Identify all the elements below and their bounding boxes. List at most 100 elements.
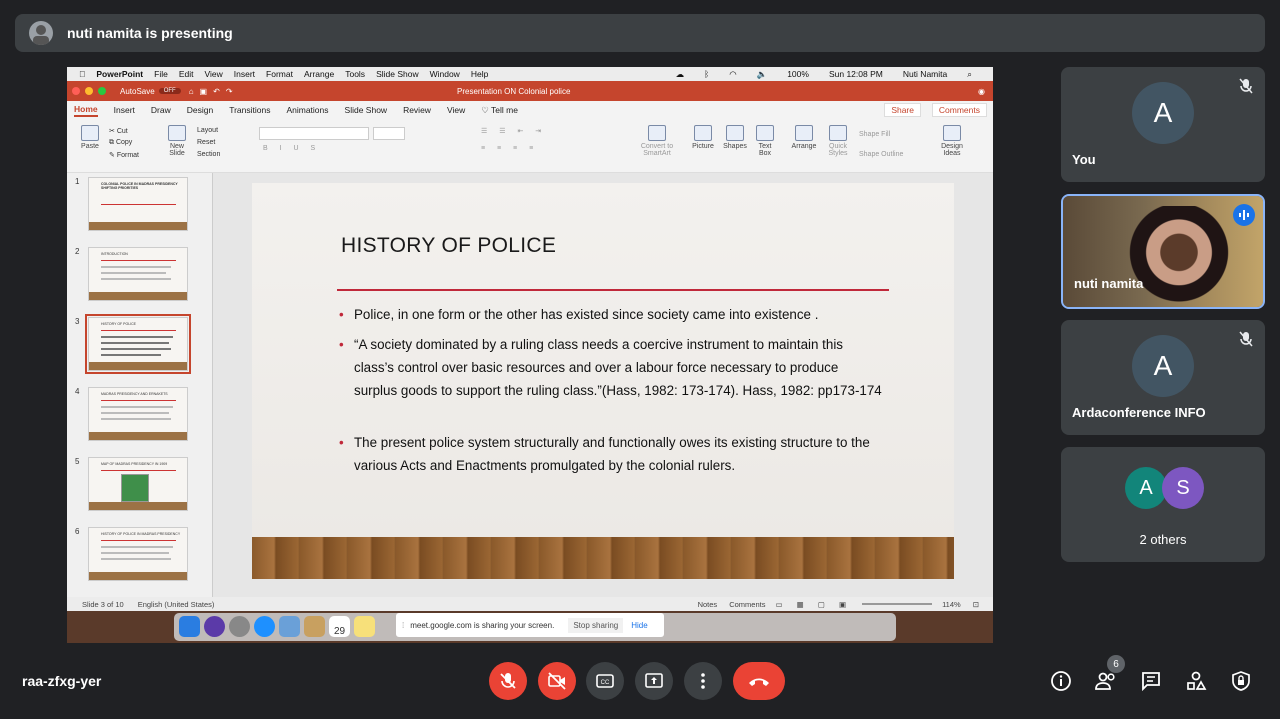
photos-icon[interactable] bbox=[279, 616, 300, 637]
cloud-icon[interactable]: ☁ bbox=[676, 69, 685, 80]
safari-icon[interactable] bbox=[254, 616, 275, 637]
finder-icon[interactable] bbox=[179, 616, 200, 637]
apple-icon[interactable]:  bbox=[79, 69, 85, 79]
user-text[interactable]: Nuti Namita bbox=[903, 69, 947, 80]
slide-thumb-6[interactable]: HISTORY OF POLICE IN MADRAS PRESIDENCY bbox=[88, 527, 188, 581]
cut-button[interactable]: ✂ Cut bbox=[109, 127, 128, 135]
reset-button[interactable]: Reset bbox=[197, 139, 215, 146]
convert-smartart-button[interactable]: Convert to SmartArt bbox=[637, 125, 677, 157]
activities-button[interactable] bbox=[1184, 669, 1208, 693]
font-size-field[interactable] bbox=[373, 127, 405, 140]
layout-button[interactable]: Layout bbox=[197, 127, 218, 134]
menu-file[interactable]: File bbox=[154, 69, 168, 79]
comments-button[interactable]: Comments bbox=[931, 103, 987, 117]
tab-review[interactable]: Review bbox=[403, 105, 431, 115]
wifi-icon[interactable]: ◠ bbox=[729, 69, 736, 80]
mic-toggle-button[interactable] bbox=[489, 662, 527, 700]
camera-toggle-button[interactable] bbox=[538, 662, 576, 700]
tab-slideshow[interactable]: Slide Show bbox=[345, 105, 388, 115]
font-name-field[interactable] bbox=[259, 127, 369, 140]
battery-text[interactable]: 100% bbox=[787, 69, 809, 80]
shape-fill-button[interactable]: Shape Fill bbox=[859, 131, 890, 138]
section-button[interactable]: Section bbox=[197, 151, 220, 158]
slide-thumb-2[interactable]: INTRODUCTION bbox=[88, 247, 188, 301]
tab-insert[interactable]: Insert bbox=[114, 105, 135, 115]
calendar-icon[interactable]: 29 bbox=[329, 616, 350, 637]
home-icon[interactable]: ⌂ bbox=[189, 87, 194, 96]
paste-button[interactable]: Paste bbox=[77, 125, 103, 150]
menu-format[interactable]: Format bbox=[266, 69, 293, 79]
menu-view[interactable]: View bbox=[205, 69, 223, 79]
present-button[interactable] bbox=[635, 662, 673, 700]
close-window-icon[interactable] bbox=[72, 87, 80, 95]
picture-button[interactable]: Picture bbox=[689, 125, 717, 150]
menu-arrange[interactable]: Arrange bbox=[304, 69, 334, 79]
stickies-icon[interactable] bbox=[354, 616, 375, 637]
view-mode-icons[interactable]: ▭ ▦ ▢ ▣ bbox=[775, 600, 852, 609]
language-label[interactable]: English (United States) bbox=[138, 600, 215, 609]
stop-sharing-button[interactable]: Stop sharing bbox=[568, 617, 624, 633]
tab-transitions[interactable]: Transitions bbox=[229, 105, 270, 115]
captions-button[interactable]: CC bbox=[586, 662, 624, 700]
bluetooth-icon[interactable]: ᛒ bbox=[704, 69, 709, 80]
arrange-button[interactable]: Arrange bbox=[789, 125, 819, 150]
tab-view[interactable]: View bbox=[447, 105, 465, 115]
zoom-window-icon[interactable] bbox=[98, 87, 106, 95]
participant-tile-presenter[interactable]: nuti namita bbox=[1061, 194, 1265, 309]
format-painter-button[interactable]: ✎ Format bbox=[109, 151, 139, 159]
list-icons[interactable]: ☰ ☰ ⇤ ⇥ bbox=[481, 127, 546, 135]
save-icon[interactable]: ▣ bbox=[200, 87, 208, 96]
menu-slideshow[interactable]: Slide Show bbox=[376, 69, 419, 79]
siri-icon[interactable] bbox=[204, 616, 225, 637]
menu-insert[interactable]: Insert bbox=[234, 69, 255, 79]
spotlight-icon[interactable]: ⌕ bbox=[967, 69, 972, 80]
chat-button[interactable] bbox=[1139, 669, 1163, 693]
tab-design[interactable]: Design bbox=[187, 105, 213, 115]
slide-thumb-3[interactable]: HISTORY OF POLICE bbox=[85, 314, 191, 374]
more-options-button[interactable] bbox=[684, 662, 722, 700]
menu-tools[interactable]: Tools bbox=[345, 69, 365, 79]
clock-text[interactable]: Sun 12:08 PM bbox=[829, 69, 883, 80]
meeting-details-button[interactable] bbox=[1049, 669, 1073, 693]
new-slide-button[interactable]: New Slide bbox=[163, 125, 191, 157]
minimize-window-icon[interactable] bbox=[85, 87, 93, 95]
slide-thumb-5[interactable]: MAP OF MADRAS PRESIDENCY IN 1909 bbox=[88, 457, 188, 511]
shapes-button[interactable]: Shapes bbox=[721, 125, 749, 150]
autosave-toggle[interactable]: OFF bbox=[158, 88, 181, 94]
launchpad-icon[interactable] bbox=[229, 616, 250, 637]
share-button[interactable]: Share bbox=[884, 103, 921, 117]
copy-button[interactable]: ⧉ Copy bbox=[109, 139, 132, 147]
design-ideas-button[interactable]: Design Ideas bbox=[935, 125, 969, 157]
participant-tile-you[interactable]: A You bbox=[1061, 67, 1265, 182]
notes-app-icon[interactable] bbox=[304, 616, 325, 637]
font-style-icons[interactable]: B I U S bbox=[263, 145, 320, 152]
account-icon[interactable]: ◉ bbox=[978, 87, 985, 96]
status-comments-button[interactable]: Comments bbox=[729, 600, 765, 609]
redo-icon[interactable]: ↷ bbox=[226, 87, 233, 96]
zoom-slider[interactable] bbox=[862, 603, 933, 605]
volume-icon[interactable]: 🔈 bbox=[757, 69, 768, 80]
tab-home[interactable]: Home bbox=[74, 104, 98, 117]
textbox-button[interactable]: Text Box bbox=[753, 125, 777, 157]
host-controls-button[interactable] bbox=[1229, 669, 1253, 693]
tab-draw[interactable]: Draw bbox=[151, 105, 171, 115]
participant-tile-ardaconference[interactable]: A Ardaconference INFO bbox=[1061, 320, 1265, 435]
menu-help[interactable]: Help bbox=[471, 69, 488, 79]
undo-icon[interactable]: ↶ bbox=[213, 87, 220, 96]
tab-animations[interactable]: Animations bbox=[286, 105, 328, 115]
slide-thumb-1[interactable]: COLONIAL POLICE IN MADRAS PRESIDENCY SHI… bbox=[88, 177, 188, 231]
notes-button[interactable]: Notes bbox=[698, 600, 718, 609]
menu-app[interactable]: PowerPoint bbox=[96, 69, 143, 79]
menu-edit[interactable]: Edit bbox=[179, 69, 194, 79]
tell-me[interactable]: ♡ Tell me bbox=[481, 105, 518, 116]
hide-button[interactable]: Hide bbox=[631, 621, 647, 630]
align-icons[interactable]: ≡ ≡ ≡ ≡ bbox=[481, 145, 538, 152]
slide-thumb-4[interactable]: MADRAS PRESIDENCY AND ERNAKETS bbox=[88, 387, 188, 441]
shape-outline-button[interactable]: Shape Outline bbox=[859, 151, 903, 158]
current-slide[interactable]: HISTORY OF POLICE • Police, in one form o… bbox=[252, 183, 954, 579]
fit-slide-icon[interactable]: ⊡ bbox=[973, 600, 979, 609]
quick-styles-button[interactable]: Quick Styles bbox=[823, 125, 853, 157]
leave-call-button[interactable] bbox=[733, 662, 785, 700]
participant-tile-others[interactable]: A S 2 others bbox=[1061, 447, 1265, 562]
menu-window[interactable]: Window bbox=[430, 69, 460, 79]
